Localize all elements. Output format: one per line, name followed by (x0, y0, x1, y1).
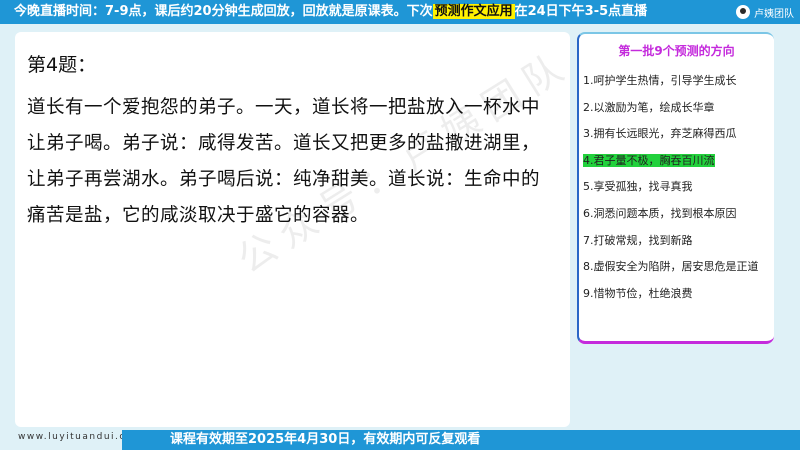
list-item-active: 4.君子量不极，胸吞百川流 (583, 153, 715, 167)
panel-title: 第一批9个预测的方向 (618, 44, 735, 58)
list-item: 2.以激励为笔，绘成长华章 (583, 100, 715, 114)
list-item: 1.呵护学生热情，引导学生成长 (583, 74, 737, 87)
list-item: 8.虚假安全为陷阱，居安思危是正道 (583, 260, 759, 274)
question-card: 第4题： 道长有一个爱抱怨的弟子。一天，道长将一把盐放入一杯水中让弟子喝。弟子说… (15, 32, 579, 427)
avatar-icon (736, 5, 750, 19)
list-item: 5.享受孤独，找寻真我 (583, 180, 693, 194)
prediction-list: 1.呵护学生热情，引导学生成长 2.以激励为笔，绘成长华章 3.拥有长远眼光，弃… (582, 72, 772, 311)
brand-name: 卢姨团队 (754, 8, 794, 20)
question-title: 第4题： (27, 54, 97, 76)
banner-text-before: 今晚直播时间：7-9点，课后约20分钟生成回放，回放就是原课表。下次 (14, 4, 433, 19)
banner-highlight: 预测作文应用 (432, 4, 515, 19)
list-item: 7.打破常规，找到新路 (583, 233, 693, 247)
list-item: 6.洞悉问题本质，找到根本原因 (583, 206, 737, 220)
banner-text-after: 在24日下午3-5点直播 (514, 4, 648, 19)
brand-logo: 卢姨团队 (736, 3, 794, 21)
banner-text: 今晚直播时间：7-9点，课后约20分钟生成回放，回放就是原课表。下次 预测作文应用… (14, 3, 647, 21)
list-item: 9.惜物节俭，杜绝浪费 (583, 286, 693, 300)
list-item: 3.拥有长远眼光，弃芝麻得西瓜 (583, 127, 737, 141)
footer-notice: 课程有效期至2025年4月30日，有效期内可反复观看 (170, 432, 481, 447)
footer-notice-bar: 课程有效期至2025年4月30日，有效期内可反复观看 (122, 430, 800, 450)
top-banner: 今晚直播时间：7-9点，课后约20分钟生成回放，回放就是原课表。下次 预测作文应用… (0, 0, 800, 24)
prediction-panel: 第一批9个预测的方向 1.呵护学生热情，引导学生成长 2.以激励为笔，绘成长华章… (577, 32, 774, 344)
